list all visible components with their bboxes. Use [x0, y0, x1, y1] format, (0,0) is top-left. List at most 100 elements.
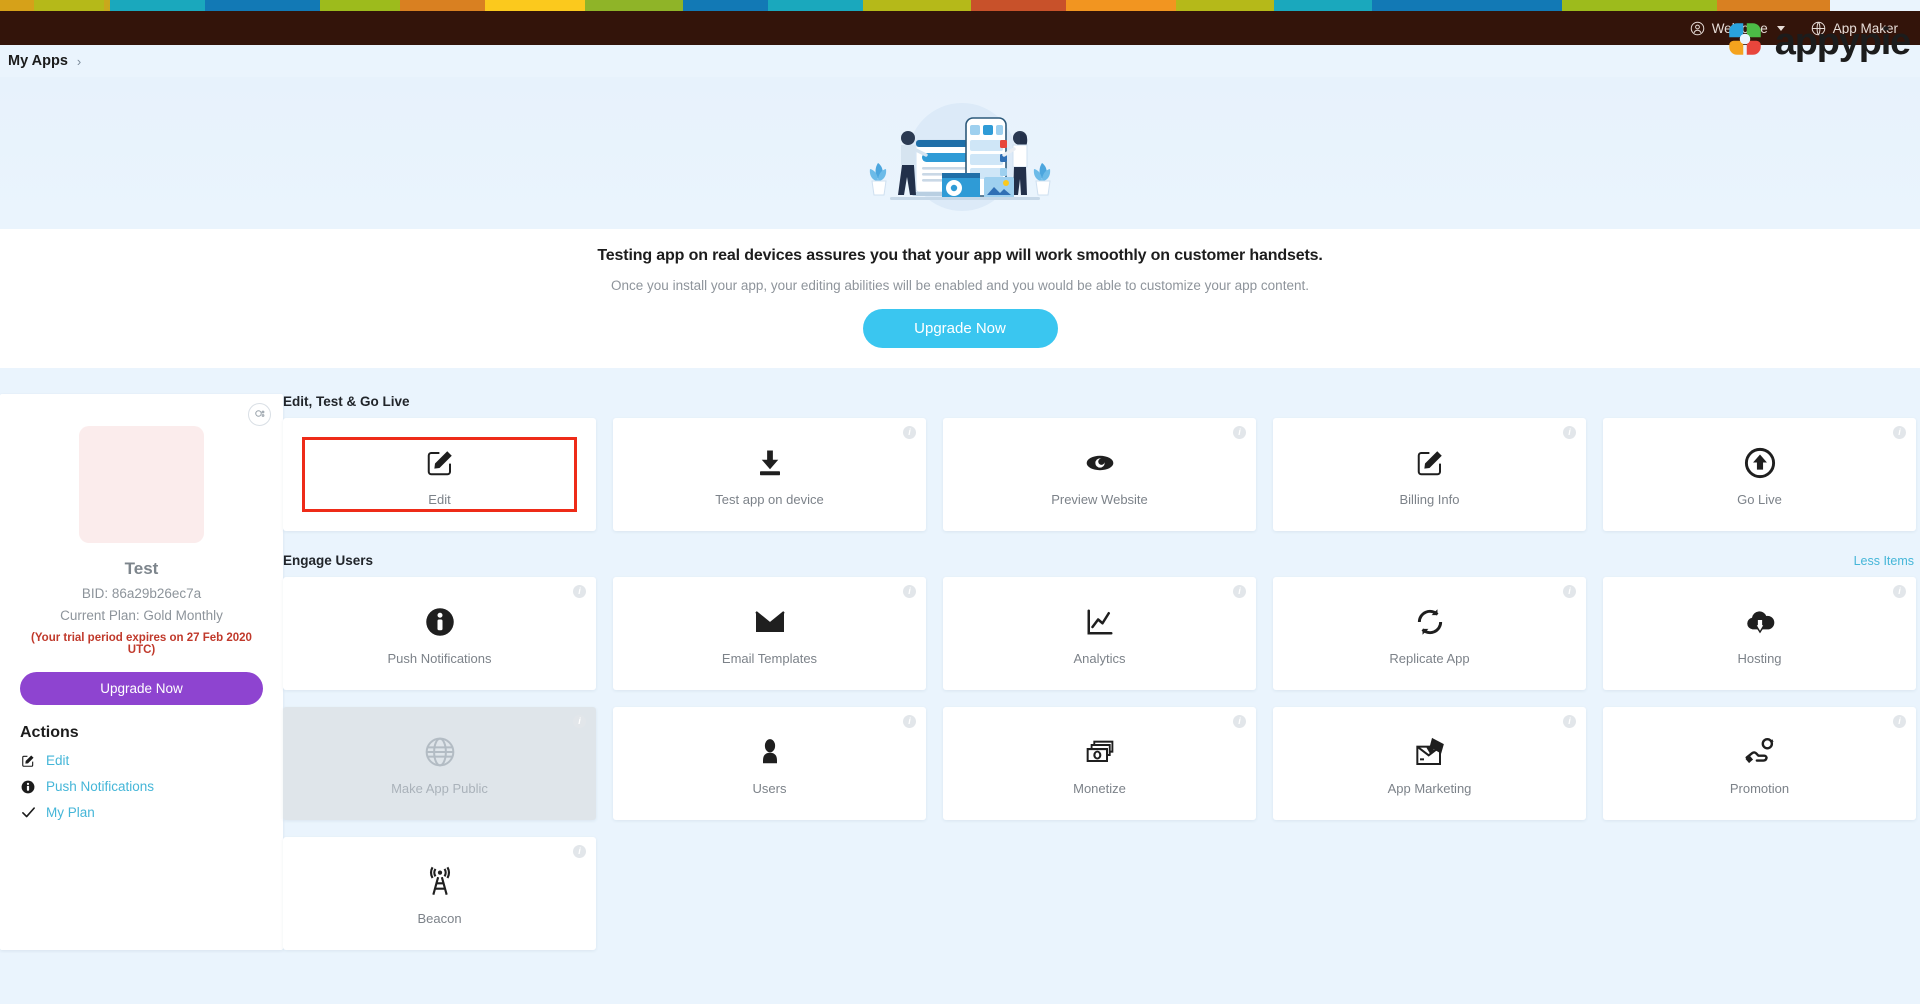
tile-replicate-app[interactable]: i Replicate App: [1273, 577, 1586, 690]
info-icon[interactable]: i: [1893, 715, 1906, 728]
sections-container: Edit, Test & Go Live Edit i Test app on …: [283, 394, 1920, 950]
tile-label: Beacon: [417, 910, 462, 926]
tile-label: Email Templates: [721, 650, 818, 666]
info-icon[interactable]: i: [903, 426, 916, 439]
refresh-cycle-icon: [1414, 602, 1446, 642]
hand-coin-icon: [1744, 732, 1776, 772]
color-segment-4: [205, 0, 320, 11]
color-segment-0: [0, 0, 34, 11]
tile-analytics[interactable]: i Analytics: [943, 577, 1256, 690]
info-icon[interactable]: i: [573, 845, 586, 858]
color-segment-12: [971, 0, 1066, 11]
app-building-illustration: [850, 85, 1070, 220]
cog-options-icon[interactable]: [248, 403, 271, 426]
app-plan: Current Plan: Gold Monthly: [60, 608, 223, 623]
tile-promotion[interactable]: i Promotion: [1603, 707, 1916, 820]
color-segment-18: [1717, 0, 1830, 11]
action-item-edit[interactable]: Edit: [20, 753, 263, 768]
section-title: Engage Users: [283, 553, 374, 568]
info-message-panel: Testing app on real devices assures you …: [0, 229, 1920, 368]
section-title: Edit, Test & Go Live: [283, 394, 410, 409]
color-segment-3: [110, 0, 205, 11]
upgrade-now-button[interactable]: Upgrade Now: [862, 309, 1058, 348]
action-item-my-plan[interactable]: My Plan: [20, 805, 263, 820]
info-icon[interactable]: i: [903, 715, 916, 728]
tile-billing-info[interactable]: i Billing Info: [1273, 418, 1586, 531]
breadcrumb-item-my-apps[interactable]: My Apps: [8, 53, 68, 69]
appypie-mark-icon: [1724, 18, 1766, 65]
tile-label: Replicate App: [1389, 650, 1470, 666]
tile-monetize[interactable]: i Monetize: [943, 707, 1256, 820]
tile-label: Billing Info: [1399, 491, 1460, 507]
message-subtitle: Once you install your app, your editing …: [611, 278, 1309, 293]
info-icon[interactable]: i: [1233, 426, 1246, 439]
color-segment-14: [1176, 0, 1274, 11]
tile-go-live[interactable]: i Go Live: [1603, 418, 1916, 531]
money-stack-icon: [1084, 732, 1116, 772]
app-thumbnail: [79, 426, 204, 543]
info-icon[interactable]: i: [1233, 585, 1246, 598]
tile-label: Preview Website: [1051, 491, 1148, 507]
beacon-tower-icon: [424, 862, 456, 902]
sidebar-upgrade-button[interactable]: Upgrade Now: [20, 672, 263, 705]
less-items-link[interactable]: Less Items: [1854, 554, 1914, 568]
color-segment-11: [863, 0, 971, 11]
info-icon[interactable]: i: [1563, 426, 1576, 439]
person-icon: [755, 732, 785, 772]
info-icon[interactable]: i: [1563, 715, 1576, 728]
tile-make-app-public: i Make App Public: [283, 707, 596, 820]
globe-icon: [424, 732, 456, 772]
info-icon[interactable]: i: [1563, 585, 1576, 598]
trial-expiry-note: (Your trial period expires on 27 Feb 202…: [31, 632, 252, 656]
section-edit-test-go-live: Edit, Test & Go Live Edit i Test app on …: [283, 394, 1920, 531]
color-segment-1: [34, 0, 104, 11]
tile-users[interactable]: i Users: [613, 707, 926, 820]
tile-email-templates[interactable]: i Email Templates: [613, 577, 926, 690]
check-icon: [20, 805, 36, 820]
color-segment-16: [1372, 0, 1562, 11]
tile-hosting[interactable]: i Hosting: [1603, 577, 1916, 690]
tile-push-notifications[interactable]: i Push Notifications: [283, 577, 596, 690]
chevron-right-icon: ›: [76, 53, 82, 69]
tile-edit[interactable]: Edit: [283, 418, 596, 531]
tile-beacon[interactable]: i Beacon: [283, 837, 596, 950]
tile-label: Make App Public: [391, 780, 488, 796]
tile-app-marketing[interactable]: i App Marketing: [1273, 707, 1586, 820]
appypie-logo[interactable]: appypie: [1724, 18, 1911, 65]
info-circle-icon: [425, 602, 455, 642]
tile-label: Edit: [428, 491, 451, 507]
envelope-icon: [754, 602, 786, 642]
color-segment-13: [1066, 0, 1176, 11]
tile-label: Go Live: [1737, 491, 1782, 507]
appypie-wordmark: appypie: [1774, 20, 1911, 63]
tile-label: Test app on device: [715, 491, 824, 507]
line-chart-icon: [1085, 602, 1115, 642]
upload-circle-icon: [1744, 443, 1776, 483]
app-summary-card: Test BID: 86a29b26ec7a Current Plan: Gol…: [0, 394, 283, 950]
top-navigation-bar: Welcome App Maker: [0, 11, 1920, 45]
info-icon[interactable]: i: [1893, 585, 1906, 598]
app-bid: BID: 86a29b26ec7a: [81, 586, 202, 601]
color-segment-8: [585, 0, 683, 11]
tile-label: App Marketing: [1387, 780, 1472, 796]
edit-square-icon: [20, 754, 36, 768]
tile-label: Monetize: [1073, 780, 1126, 796]
info-icon[interactable]: i: [903, 585, 916, 598]
tile-preview-website[interactable]: i Preview Website: [943, 418, 1256, 531]
page-body: Test BID: 86a29b26ec7a Current Plan: Gol…: [0, 368, 1920, 950]
info-icon[interactable]: i: [573, 585, 586, 598]
edit-square-icon: [1415, 443, 1445, 483]
user-circle-icon: [1690, 21, 1705, 36]
info-icon: i: [573, 715, 586, 728]
tile-label: Hosting: [1737, 650, 1782, 666]
decorative-color-strip: [0, 0, 1920, 11]
tile-grid: Edit i Test app on device i Preview Webs…: [283, 418, 1920, 531]
tile-test-app-on-device[interactable]: i Test app on device: [613, 418, 926, 531]
color-segment-9: [683, 0, 768, 11]
info-icon[interactable]: i: [1893, 426, 1906, 439]
action-item-push-notifications[interactable]: Push Notifications: [20, 779, 263, 794]
download-tray-icon: [755, 443, 785, 483]
info-icon[interactable]: i: [1233, 715, 1246, 728]
section-engage-users: Engage Users Less Items i Push Notificat…: [283, 553, 1920, 950]
